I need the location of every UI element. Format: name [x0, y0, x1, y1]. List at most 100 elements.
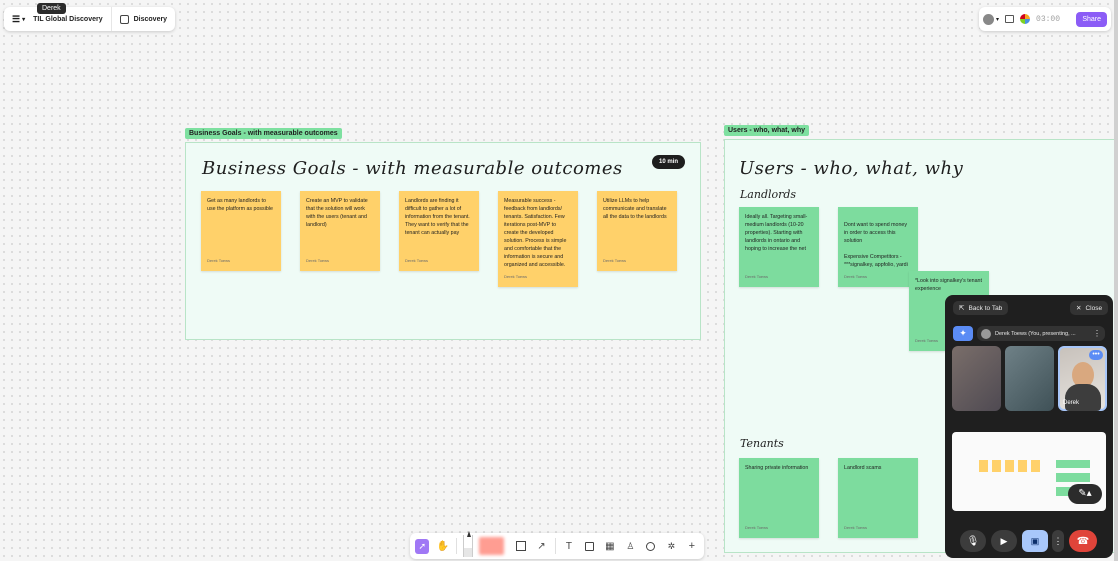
text-tool-button[interactable]: T	[562, 539, 576, 554]
sticky-author: Derek Toews	[504, 274, 528, 279]
self-name: Derek	[1063, 400, 1080, 406]
more-vert-icon[interactable]: ⋮	[1093, 329, 1101, 338]
toolbar-divider	[554, 538, 556, 554]
stamp-tool-button[interactable]: ♙	[623, 539, 637, 554]
sticky-note[interactable]: Utilize LLMs to help communicate and tra…	[597, 191, 677, 271]
sticky-author: Derek Toews	[207, 258, 231, 263]
collab-toolbar: ▾ 03:00 Share	[979, 7, 1111, 31]
table-tool-button[interactable]: ▦	[603, 539, 617, 554]
sticky-note[interactable]: Dont want to spend money in order to acc…	[838, 207, 918, 287]
connector-tool-button[interactable]: ↗	[534, 539, 548, 554]
self-body	[1065, 384, 1101, 411]
tab-label: Discovery	[133, 15, 168, 23]
sticky-text: Landlord scams	[844, 465, 882, 471]
close-label: Close	[1085, 304, 1103, 312]
end-call-icon: ☎	[1076, 535, 1090, 547]
comment-tool-button[interactable]	[644, 539, 658, 554]
end-call-button[interactable]: ☎	[1069, 530, 1097, 552]
square-icon	[515, 541, 526, 551]
move-tool-button[interactable]: ➚	[415, 538, 430, 554]
sticky-note[interactable]: Measurable success - feedback from landl…	[498, 191, 578, 287]
chevron-down-icon: ▾	[996, 16, 1000, 23]
sticky-text: Sharing private information	[745, 465, 809, 471]
sticky-author: Derek Toews	[915, 338, 939, 343]
sticky-author: Derek Toews	[745, 274, 769, 279]
back-to-tab-label: Back to Tab	[968, 304, 1003, 312]
section-title-business-goals: Business Goals - with measurable outcome…	[202, 158, 623, 179]
creation-toolbar: ➚ ✋ ↗ T ▦ ♙ ✲ +	[410, 531, 704, 559]
sticky-note[interactable]: Create an MVP to validate that the solut…	[300, 191, 380, 271]
pen-tool[interactable]	[462, 531, 473, 557]
section-tag-business-goals[interactable]: Business Goals - with measurable outcome…	[185, 128, 342, 139]
sticky-text: Ideally all. Targeting small-medium land…	[745, 214, 808, 252]
present-icon: ▣	[1030, 535, 1040, 546]
presenter-bar[interactable]: Derek Toews (You, presenting, ... ⋮	[977, 326, 1105, 341]
sticky-text: Landlords are finding it difficult to ga…	[405, 198, 470, 236]
shape-tool-button[interactable]	[514, 539, 528, 554]
presenter-label: Derek Toews (You, presenting, ...	[995, 330, 1076, 337]
plus-icon: +	[688, 540, 696, 552]
share-button[interactable]: Share	[1076, 11, 1107, 27]
board-header: ☰ ▾ TIL Global Discovery Discovery	[4, 7, 176, 31]
mic-icon: 🎙	[966, 535, 980, 547]
menu-icon: ☰	[12, 13, 21, 24]
layout-icon[interactable]	[1005, 15, 1015, 23]
present-button[interactable]: ▣	[1022, 530, 1048, 552]
widgets-icon: ✲	[667, 540, 676, 551]
timer-badge[interactable]: 10 min	[652, 155, 686, 169]
timer-readout[interactable]: 03:00	[1036, 15, 1060, 24]
comment-icon	[646, 541, 656, 551]
sticky-note[interactable]: Get as many landlords to use the platfor…	[201, 191, 281, 271]
sticky-note[interactable]: Ideally all. Targeting small-medium land…	[739, 207, 819, 287]
participant-tile[interactable]	[1005, 346, 1054, 411]
more-horiz-icon[interactable]: •••	[1089, 350, 1103, 360]
stamp-icon: ♙	[626, 540, 635, 551]
section-tool-button[interactable]	[582, 539, 596, 554]
window-edge	[1114, 0, 1118, 561]
mic-button[interactable]: 🎙	[960, 530, 986, 552]
timer-icon[interactable]	[1020, 14, 1031, 24]
more-tools-button[interactable]: +	[685, 539, 699, 554]
board-icon	[119, 14, 129, 24]
text-icon: T	[565, 540, 572, 552]
self-tile[interactable]: ••• Derek	[1058, 346, 1107, 411]
more-options-button[interactable]: ⋮	[1052, 530, 1064, 552]
sticky-note[interactable]: Landlords are finding it difficult to ga…	[399, 191, 479, 271]
section-title-users: Users - who, what, why	[739, 158, 964, 179]
sticky-text: Measurable success - feedback from landl…	[504, 198, 567, 268]
sticky-text: Create an MVP to validate that the solut…	[306, 198, 368, 228]
subheading-tenants: Tenants	[740, 437, 784, 450]
subheading-landlords: Landlords	[740, 188, 797, 201]
participant-tile[interactable]	[952, 346, 1001, 411]
preview-annotate-button[interactable]: ✎▴	[1068, 484, 1102, 504]
sticky-author: Derek Toews	[844, 525, 868, 530]
camera-button[interactable]: ▶	[991, 530, 1017, 552]
sticky-author: Derek Toews	[844, 274, 868, 279]
board-title[interactable]: TIL Global Discovery	[33, 16, 103, 23]
shared-screen-preview[interactable]: ✎▴	[952, 432, 1106, 511]
toolbar-divider	[455, 538, 457, 554]
back-to-tab-button[interactable]: ⇱ Back to Tab	[953, 301, 1009, 315]
sticky-author: Derek Toews	[405, 258, 429, 263]
chevron-down-icon: ▾	[22, 16, 26, 23]
sticky-note[interactable]: Landlord scams Derek Toews	[838, 458, 918, 538]
tab-discovery[interactable]: Discovery	[110, 7, 175, 31]
preview-sticky-row	[979, 460, 1041, 472]
back-icon: ⇱	[959, 305, 965, 312]
section-tag-users[interactable]: Users - who, what, why	[724, 125, 810, 136]
avatar[interactable]	[983, 13, 994, 25]
section-icon	[584, 541, 594, 551]
sparkle-icon: ✦	[959, 328, 967, 338]
sticky-author: Derek Toews	[745, 525, 769, 530]
sticky-author: Derek Toews	[603, 258, 627, 263]
more-vert-icon: ⋮	[1053, 535, 1063, 546]
widgets-tool-button[interactable]: ✲	[664, 539, 678, 554]
gemini-button[interactable]: ✦	[953, 326, 973, 341]
sticky-note[interactable]: Sharing private information Derek Toews	[739, 458, 819, 538]
sticky-text: Utilize LLMs to help communicate and tra…	[603, 198, 667, 220]
hand-icon: ✋	[436, 540, 449, 552]
close-button[interactable]: ✕ Close	[1070, 301, 1109, 315]
sticky-text: Dont want to spend money in order to acc…	[844, 221, 908, 268]
marker-tool[interactable]	[478, 537, 504, 555]
hand-tool-button[interactable]: ✋	[435, 539, 449, 554]
